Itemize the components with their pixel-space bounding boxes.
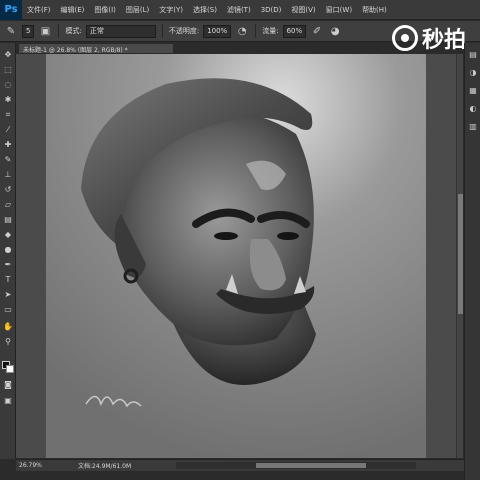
menu-layer[interactable]: 图层(L) [121,5,154,15]
pen-icon[interactable]: ✒ [2,259,14,270]
divider [255,24,257,38]
airbrush-icon[interactable]: ✐ [310,24,324,38]
color-panel-icon[interactable]: ◑ [468,67,478,77]
dodge-icon[interactable]: ● [2,244,14,255]
document-tab[interactable]: 未标题-1 @ 26.8% (图层 2, RGB/8) * [18,43,174,54]
path-select-icon[interactable]: ➤ [2,289,14,300]
right-eye [277,232,299,240]
lasso-icon[interactable]: ◌ [2,79,14,90]
menu-filter[interactable]: 滤镜(T) [222,5,256,15]
healing-icon[interactable]: ✚ [2,139,14,150]
left-eye [214,232,238,240]
menu-edit[interactable]: 编辑(E) [56,5,90,15]
mode-label: 模式: [65,27,82,35]
gradient-icon[interactable]: ▤ [2,214,14,225]
flow-input[interactable]: 60% [282,24,307,38]
opacity-input[interactable]: 100% [203,24,232,38]
menu-bar: Ps 文件(F) 编辑(E) 图像(I) 图层(L) 文字(Y) 选择(S) 滤… [0,0,480,20]
divider [58,24,60,38]
pressure-opacity-icon[interactable]: ◔ [235,24,249,38]
flow-label: 流量: [262,27,279,35]
layers-panel-icon[interactable]: ▥ [468,121,478,131]
eraser-icon[interactable]: ▱ [2,199,14,210]
brush-size-picker[interactable]: 5 [22,24,35,38]
document-size[interactable]: 文档:24.9M/61.0M [50,461,131,470]
zoom-icon[interactable]: ⚲ [2,336,14,347]
photoshop-logo: Ps [0,0,22,20]
brush-icon[interactable]: ✎ [2,154,14,165]
right-panel-dock: ▤ ◑ ▦ ◐ ▥ [464,43,480,480]
history-panel-icon[interactable]: ▤ [468,49,478,59]
brush-preset-icon[interactable]: ✎ [4,24,18,38]
menu-help[interactable]: 帮助(H) [357,5,392,15]
menu-file[interactable]: 文件(F) [22,5,56,15]
divider [161,24,163,38]
canvas-area[interactable] [16,54,462,458]
bottom-strip [0,471,464,480]
adjustments-panel-icon[interactable]: ◐ [468,103,478,113]
vertical-scrollbar[interactable] [456,54,463,458]
opacity-label: 不透明度: [168,27,200,35]
background-color-swatch[interactable] [6,365,14,373]
menu-image[interactable]: 图像(I) [89,5,121,15]
horizontal-scrollbar[interactable] [176,462,416,469]
crop-icon[interactable]: ⌗ [2,109,14,120]
status-bar: 26.79% 文档:24.9M/61.0M [16,459,464,471]
menu-window[interactable]: 窗口(W) [321,5,357,15]
type-icon[interactable]: T [2,274,14,285]
watermark: 秒拍 [391,22,466,54]
menu-type[interactable]: 文字(Y) [154,5,188,15]
hand-icon[interactable]: ✋ [2,321,14,332]
eyedropper-icon[interactable]: ⁄ [2,124,14,135]
marquee-icon[interactable]: ⬚ [2,64,14,75]
menu-view[interactable]: 视图(V) [286,5,320,15]
quick-mask-icon[interactable]: ◙ [2,379,14,390]
vertical-scroll-thumb[interactable] [458,194,463,314]
tools-panel: ✥ ⬚ ◌ ✱ ⌗ ⁄ ✚ ✎ ⊥ ↺ ▱ ▤ ◆ ● ✒ T ➤ ▭ ✋ ⚲ … [0,43,16,459]
quick-select-icon[interactable]: ✱ [2,94,14,105]
watermark-text: 秒拍 [421,28,466,53]
blur-icon[interactable]: ◆ [2,229,14,240]
shape-icon[interactable]: ▭ [2,304,14,315]
menu-select[interactable]: 选择(S) [188,5,222,15]
camera-icon [391,25,418,51]
menu-3d[interactable]: 3D(D) [256,6,287,14]
horizontal-scroll-thumb[interactable] [256,463,366,468]
mode-select[interactable]: 正常 [85,24,156,38]
pressure-size-icon[interactable]: ◕ [328,24,342,38]
stamp-icon[interactable]: ⊥ [2,169,14,180]
brush-panel-icon[interactable]: ▣ [38,24,52,38]
zoom-level[interactable]: 26.79% [16,462,50,469]
swatches-panel-icon[interactable]: ▦ [468,85,478,95]
artwork-canvas[interactable] [46,54,426,458]
move-icon[interactable]: ✥ [2,49,14,60]
screen-mode-icon[interactable]: ▣ [2,395,14,406]
history-brush-icon[interactable]: ↺ [2,184,14,195]
